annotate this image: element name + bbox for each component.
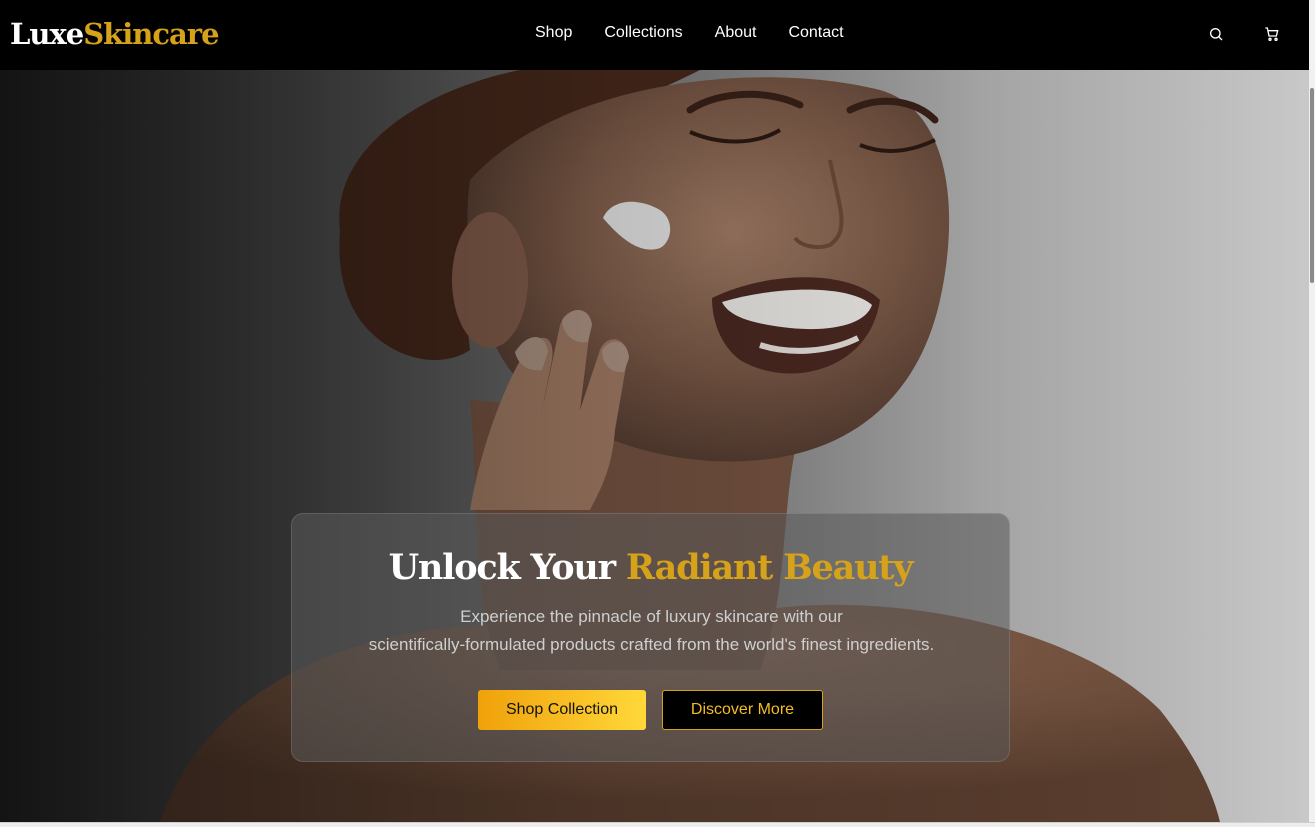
hero-subtitle-line2: scientifically-formulated products craft…	[368, 635, 935, 654]
cart-icon	[1265, 27, 1279, 41]
cart-button[interactable]	[1260, 22, 1284, 46]
brand-name-part1: Luxe	[10, 17, 84, 51]
search-button[interactable]	[1204, 22, 1228, 46]
scrollbar-thumb[interactable]	[1310, 88, 1314, 283]
hero-title-part2: Radiant Beauty	[625, 547, 914, 588]
hero-title-part1: Unlock Your	[388, 547, 617, 588]
search-icon	[1210, 28, 1223, 41]
nav-link-collections[interactable]: Collections	[604, 22, 682, 44]
hero-subtitle: Experience the pinnacle of luxury skinca…	[312, 603, 991, 659]
brand-name-part2: Skincare	[83, 17, 219, 51]
hero-title: Unlock Your Radiant Beauty	[292, 546, 1009, 590]
horizontal-scrollbar-track	[0, 822, 1315, 827]
main-nav: Shop Collections About Contact	[535, 22, 876, 44]
page-scrollbar[interactable]	[1309, 70, 1315, 822]
nav-link-about[interactable]: About	[715, 22, 757, 44]
hero-section: Unlock Your Radiant Beauty Experience th…	[0, 70, 1309, 822]
discover-more-button[interactable]: Discover More	[662, 690, 823, 730]
nav-link-contact[interactable]: Contact	[788, 22, 843, 44]
top-navbar: LuxeSkincare Shop Collections About Cont…	[0, 0, 1309, 70]
shop-collection-button[interactable]: Shop Collection	[478, 690, 646, 730]
nav-link-shop[interactable]: Shop	[535, 22, 572, 44]
hero-subtitle-line1: Experience the pinnacle of luxury skinca…	[460, 607, 843, 626]
brand-logo[interactable]: LuxeSkincare	[10, 14, 220, 54]
hero-card: Unlock Your Radiant Beauty Experience th…	[291, 513, 1010, 762]
